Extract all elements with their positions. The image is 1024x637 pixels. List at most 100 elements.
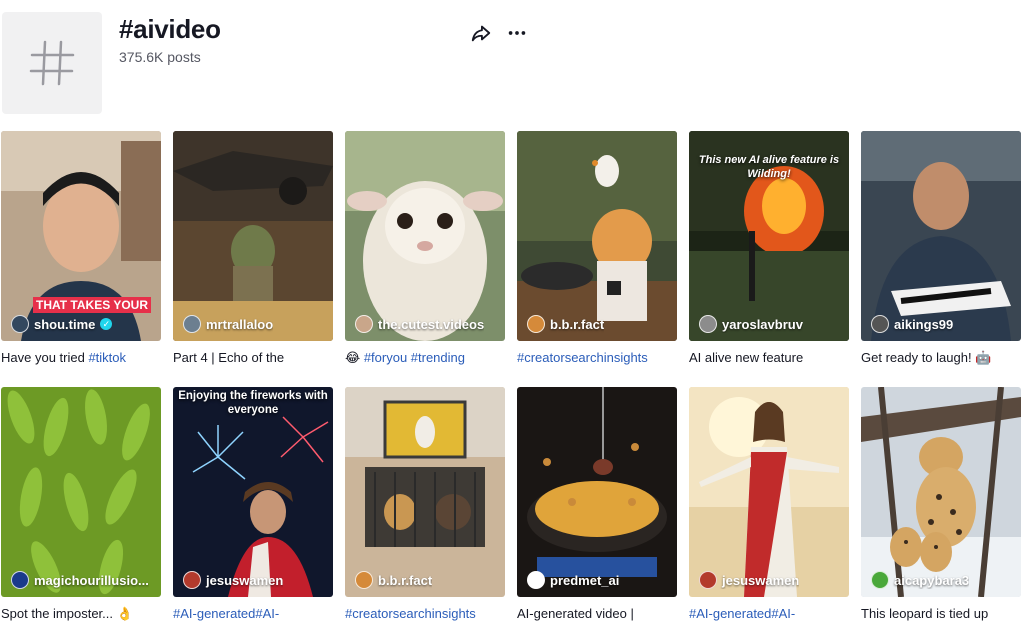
video-author: b.b.r.fact [527, 315, 604, 333]
caption-text: Spot the imposter... 👌 [1, 606, 133, 621]
video-thumbnail[interactable]: the.cutest.videos [345, 131, 505, 341]
caption-hashtag[interactable]: #AI-generated#AI- [689, 606, 795, 621]
share-arrow-icon [471, 25, 491, 42]
author-name: yaroslavbruv [722, 316, 803, 332]
author-name: predmet_ai [550, 572, 620, 588]
video-thumbnail[interactable]: THAT TAKES YOUR shou.time ✓ [1, 131, 161, 341]
video-overlay-text: This new AI alive feature is Wilding! [698, 154, 840, 180]
video-thumbnail[interactable]: This new AI alive feature is Wilding! ya… [689, 131, 849, 341]
caption-text: Part 4 | Echo of the [173, 350, 285, 365]
author-name: jesuswamen [722, 572, 800, 588]
page-title: #aivideo [119, 14, 221, 44]
video-thumbnail[interactable]: b.b.r.fact [517, 131, 677, 341]
author-name: shou.time [34, 316, 96, 332]
video-card[interactable]: aikings99 Get ready to laugh! 🤖 [861, 131, 1021, 366]
caption-text: Get ready to laugh! 🤖 [861, 350, 992, 365]
video-caption[interactable]: AI-generated video | [517, 605, 677, 622]
caption-text: Have you tried [1, 350, 89, 365]
caption-hashtag[interactable]: #creatorsearchinsights [345, 606, 476, 621]
video-thumbnail[interactable]: b.b.r.fact [345, 387, 505, 597]
avatar [183, 571, 201, 589]
video-caption[interactable]: 😂 #foryou #trending [345, 349, 505, 366]
video-card[interactable]: aicapybara3 This leopard is tied up [861, 387, 1021, 622]
caption-text: AI-generated video | [517, 606, 634, 621]
video-author: aikings99 [871, 315, 953, 333]
video-author: jesuswamen [183, 571, 283, 589]
caption-hashtag[interactable]: #creatorsearchinsights [517, 350, 648, 365]
video-thumbnail[interactable]: aicapybara3 [861, 387, 1021, 597]
video-caption[interactable]: #creatorsearchinsights [345, 605, 505, 622]
thumbnail-image [345, 131, 505, 341]
video-overlay-text: THAT TAKES YOUR [33, 297, 152, 313]
video-overlay-text: Enjoying the fireworks with everyone [178, 390, 328, 416]
video-caption[interactable]: #AI-generated#AI- [689, 605, 849, 622]
video-author: b.b.r.fact [355, 571, 432, 589]
avatar [355, 315, 373, 333]
video-caption[interactable]: #creatorsearchinsights [517, 349, 677, 366]
video-card[interactable]: the.cutest.videos 😂 #foryou #trending [345, 131, 505, 366]
video-card[interactable]: jesuswamen #AI-generated#AI- [689, 387, 849, 622]
hash-icon [29, 40, 75, 86]
author-name: b.b.r.fact [378, 572, 433, 588]
video-card[interactable]: This new AI alive feature is Wilding! ya… [689, 131, 849, 366]
caption-text: AI alive new feature [689, 350, 804, 365]
video-card[interactable]: THAT TAKES YOUR shou.time ✓ Have you tri… [1, 131, 161, 366]
video-card[interactable]: predmet_ai AI-generated video | [517, 387, 677, 622]
avatar [527, 315, 545, 333]
caption-hashtag[interactable]: #AI-generated#AI- [173, 606, 279, 621]
video-caption[interactable]: Spot the imposter... 👌 [1, 605, 161, 622]
video-caption[interactable]: AI alive new feature [689, 349, 849, 366]
video-thumbnail[interactable]: aikings99 [861, 131, 1021, 341]
video-thumbnail[interactable]: magichourillusio... [1, 387, 161, 597]
avatar [11, 315, 29, 333]
avatar [183, 315, 201, 333]
thumbnail-image [173, 387, 333, 597]
thumbnail-image [517, 387, 677, 597]
video-caption[interactable]: Part 4 | Echo of the [173, 349, 333, 366]
video-thumbnail[interactable]: Enjoying the fireworks with everyone jes… [173, 387, 333, 597]
video-author: magichourillusio... [11, 571, 149, 589]
more-options-button[interactable] [504, 20, 530, 46]
thumbnail-image [517, 131, 677, 341]
caption-hashtag[interactable]: #foryou #trending [364, 350, 465, 365]
video-caption[interactable]: Get ready to laugh! 🤖 [861, 349, 1021, 366]
avatar [11, 571, 29, 589]
video-card[interactable]: mrtrallaloo Part 4 | Echo of the [173, 131, 333, 366]
video-card[interactable]: Enjoying the fireworks with everyone jes… [173, 387, 333, 622]
thumbnail-image [861, 387, 1021, 597]
author-name: mrtrallaloo [206, 316, 274, 332]
video-caption[interactable]: Have you tried #tiktok [1, 349, 161, 366]
hashtag-avatar [2, 12, 102, 114]
author-name: jesuswamen [206, 572, 284, 588]
thumbnail-image [689, 387, 849, 597]
avatar [527, 571, 545, 589]
video-author: aicapybara3 [871, 571, 969, 589]
video-author: the.cutest.videos [355, 315, 484, 333]
author-name: b.b.r.fact [550, 316, 605, 332]
video-author: yaroslavbruv [699, 315, 803, 333]
share-button[interactable] [468, 20, 494, 46]
video-card[interactable]: b.b.r.fact #creatorsearchinsights [517, 131, 677, 366]
video-card[interactable]: b.b.r.fact #creatorsearchinsights [345, 387, 505, 622]
video-thumbnail[interactable]: mrtrallaloo [173, 131, 333, 341]
avatar [871, 571, 889, 589]
caption-hashtag[interactable]: #tiktok [88, 350, 126, 365]
video-thumbnail[interactable]: predmet_ai [517, 387, 677, 597]
author-name: aikings99 [894, 316, 954, 332]
avatar [699, 315, 717, 333]
avatar [871, 315, 889, 333]
hashtag-header: #aivideo 375.6K posts [0, 0, 1024, 120]
author-name: the.cutest.videos [378, 316, 485, 332]
verified-badge-icon: ✓ [100, 318, 113, 330]
video-caption[interactable]: This leopard is tied up [861, 605, 1021, 622]
thumbnail-image [345, 387, 505, 597]
author-name: aicapybara3 [894, 572, 970, 588]
video-caption[interactable]: #AI-generated#AI- [173, 605, 333, 622]
video-thumbnail[interactable]: jesuswamen [689, 387, 849, 597]
video-author: jesuswamen [699, 571, 799, 589]
video-author: predmet_ai [527, 571, 619, 589]
video-card[interactable]: magichourillusio... Spot the imposter...… [1, 387, 161, 622]
avatar [699, 571, 717, 589]
author-name: magichourillusio... [34, 572, 149, 588]
thumbnail-image [1, 387, 161, 597]
